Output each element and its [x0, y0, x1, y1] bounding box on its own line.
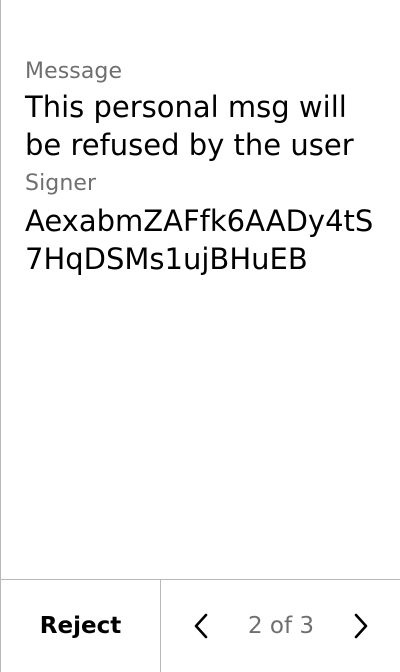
previous-page-button[interactable]	[189, 610, 213, 642]
review-content: Message This personal msg will be refuse…	[25, 58, 387, 278]
pager: 2 of 3	[161, 580, 400, 672]
chevron-right-icon	[354, 613, 368, 639]
signing-review-screen: Message This personal msg will be refuse…	[0, 0, 400, 672]
signer-label: Signer	[25, 171, 97, 196]
reject-button[interactable]: Reject	[1, 580, 161, 672]
next-page-button[interactable]	[349, 610, 373, 642]
message-label: Message	[25, 59, 123, 84]
message-value: This personal msg will be refused by the…	[25, 90, 354, 162]
page-indicator: 2 of 3	[247, 613, 315, 639]
signer-value: AexabmZAFfk6AADy4tS7HqDSMs1ujBHuEB	[25, 204, 374, 276]
chevron-left-icon	[194, 613, 208, 639]
footer-bar: Reject 2 of 3	[1, 579, 400, 672]
